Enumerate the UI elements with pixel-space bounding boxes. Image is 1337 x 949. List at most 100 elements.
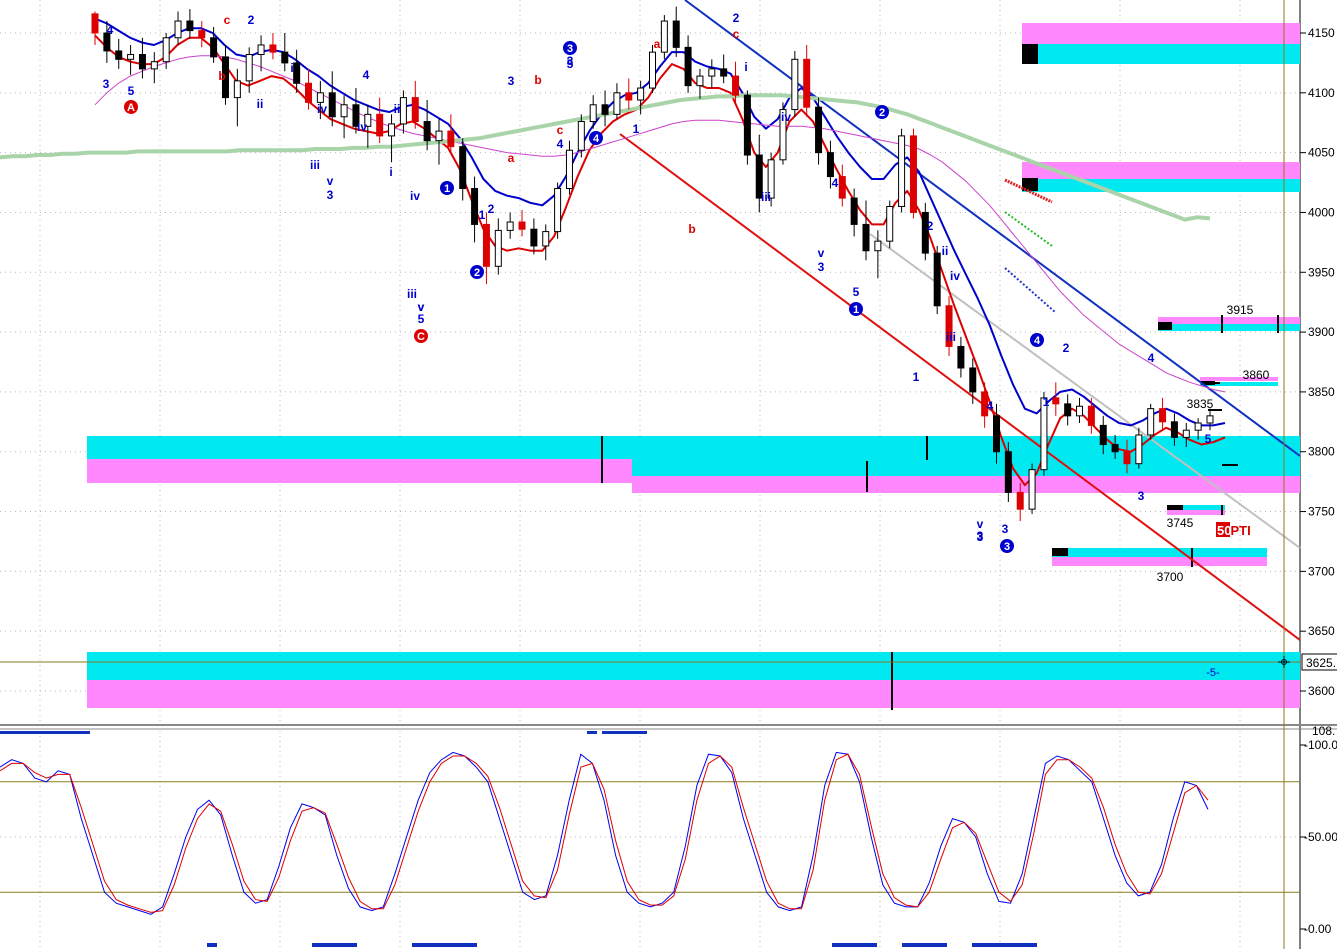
candle-up — [388, 123, 396, 137]
candle-up — [898, 135, 906, 207]
candle-down — [1123, 451, 1131, 465]
price-tick-label: 3600 — [1308, 684, 1335, 698]
price-zone — [87, 680, 1300, 708]
signal-bar-top — [0, 731, 90, 734]
zone-label: 3860 — [1243, 368, 1270, 382]
candle-down — [826, 152, 834, 178]
candle-down — [850, 197, 858, 225]
candle-up — [577, 121, 585, 151]
wave-label: ii — [257, 97, 264, 111]
wave-label: 1 — [913, 370, 920, 384]
candle-down — [969, 367, 977, 393]
candle-up — [874, 240, 882, 252]
wave-label: 2 — [488, 202, 495, 216]
zone-label: 3915 — [1227, 303, 1254, 317]
wave-label: 1 — [1043, 395, 1050, 409]
candle-down — [1087, 405, 1095, 426]
signal-bar-bottom — [902, 943, 947, 947]
candle-down — [720, 68, 728, 77]
projection-segment — [1004, 267, 1056, 313]
projection-segment — [1004, 211, 1053, 247]
circled-wave-label: 1 — [853, 304, 859, 316]
wave-label: iii — [407, 287, 417, 301]
candle-down — [601, 104, 609, 115]
price-tick-label: 3850 — [1308, 385, 1335, 399]
zone-label: 3700 — [1157, 570, 1184, 584]
price-zone — [1052, 557, 1267, 566]
candle-up — [613, 92, 621, 115]
candle-down — [625, 92, 633, 101]
candle-down — [1064, 403, 1072, 417]
price-zone — [1167, 510, 1225, 515]
wave-label: 5 — [418, 312, 425, 326]
moving-average-line — [94, 55, 1226, 393]
price-tick-label: 3800 — [1308, 445, 1335, 459]
price-zone — [1022, 44, 1300, 64]
candle-down — [684, 46, 692, 87]
signal-bar-bottom — [972, 943, 1037, 947]
wave-label: 4 — [363, 68, 370, 82]
wave-label: v — [977, 517, 984, 531]
price-tick-label: 3950 — [1308, 265, 1335, 279]
wave-label: c — [224, 13, 231, 27]
candle-up — [1194, 422, 1202, 431]
circled-wave-label: 2 — [474, 267, 480, 279]
candle-down — [743, 94, 751, 156]
wave-label: iv — [410, 189, 420, 203]
wave-label: 5 — [1205, 432, 1212, 446]
wave-label: 1 — [479, 208, 486, 222]
candle-down — [269, 44, 277, 53]
circled-wave-label: 3 — [567, 43, 573, 55]
candle-down — [482, 223, 490, 267]
candle-down — [815, 106, 823, 154]
wave-label: 2 — [927, 219, 934, 233]
signal-bar-top — [587, 731, 597, 734]
wave-label: iv — [317, 102, 327, 116]
price-zone — [632, 476, 1300, 493]
zone-anchor-block — [1052, 548, 1068, 556]
support-resistance-zones: 3915386038353745370050PTI50-5- — [0, 23, 1300, 710]
circled-wave-label: 2 — [879, 107, 885, 119]
candle-down — [376, 113, 384, 137]
candle-down — [210, 37, 218, 58]
candle-down — [1004, 451, 1012, 493]
wave-label: i — [290, 61, 293, 75]
cursor-price-label: 3625. — [1306, 656, 1336, 670]
wave-label: iv — [781, 110, 791, 124]
candle-up — [1135, 434, 1143, 465]
candle-down — [933, 252, 941, 307]
price-zone — [632, 459, 1300, 476]
candle-down — [838, 176, 846, 199]
wave-label: 3 — [818, 260, 825, 274]
candle-down — [138, 54, 146, 70]
circled-wave-label: 1 — [444, 183, 450, 195]
wave-label: 2 — [1063, 341, 1070, 355]
candle-up — [1147, 408, 1155, 436]
circled-wave-label: 3 — [1004, 541, 1010, 553]
candle-down — [1170, 421, 1178, 438]
wave-label: 5 — [853, 285, 860, 299]
wave-label: 4 — [107, 23, 114, 37]
candle-down — [1052, 397, 1060, 405]
wave-label: 2 — [733, 11, 740, 25]
price-tick-label: 3900 — [1308, 325, 1335, 339]
wave-label: b — [688, 222, 695, 236]
candle-up — [245, 54, 253, 82]
candle-up — [233, 80, 241, 99]
osc-top-label: 108. — [1312, 724, 1335, 738]
candle-up — [637, 87, 645, 101]
wave-label: c — [557, 123, 564, 137]
wave-label: a — [654, 37, 661, 51]
wave-label: 5 — [128, 84, 135, 98]
candle-down — [1111, 444, 1119, 453]
candle-up — [340, 104, 348, 118]
candle-up — [886, 205, 894, 242]
chart-root: 3915386038353745370050PTI50-5- 43 5cb2iii… — [0, 0, 1337, 949]
candle-down — [1016, 491, 1024, 510]
wave-label: v — [327, 174, 334, 188]
candle-up — [791, 58, 799, 111]
zone-label: 50 — [1217, 523, 1231, 538]
candle-up — [1182, 429, 1190, 438]
candle-up — [589, 104, 597, 123]
price-tick-label: 4000 — [1308, 205, 1335, 219]
